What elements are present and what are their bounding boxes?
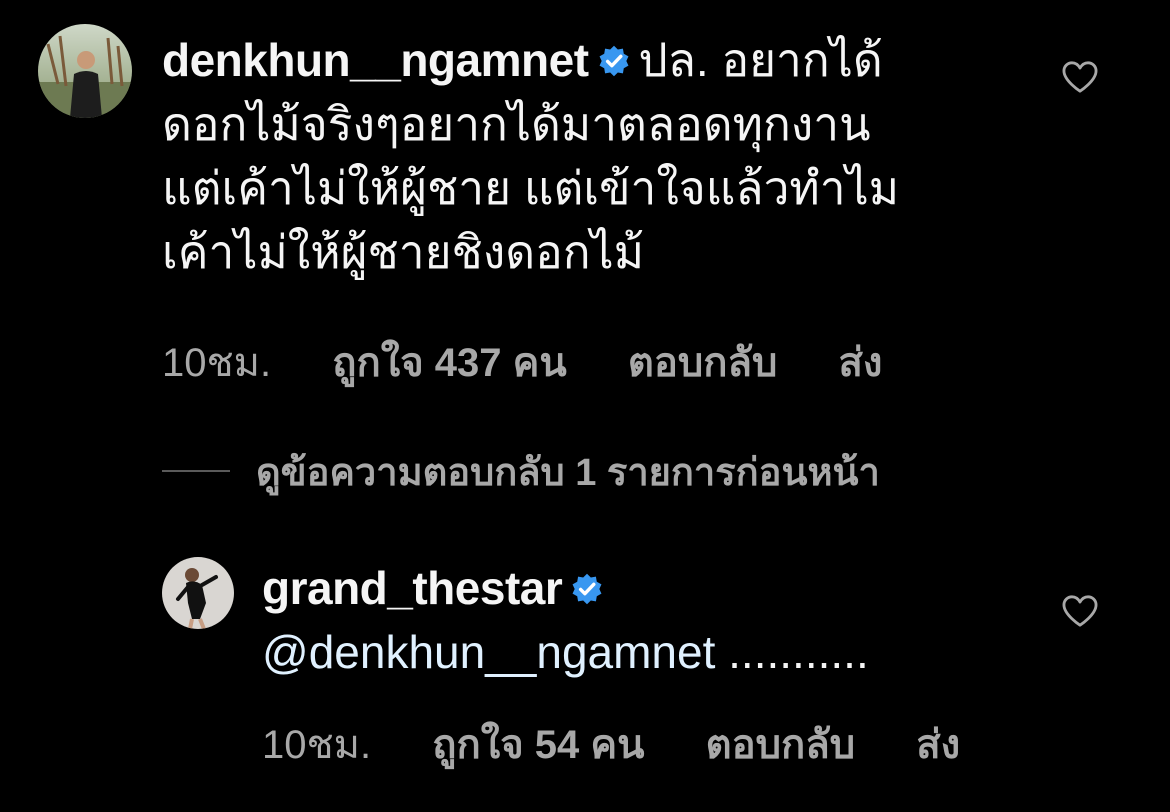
reply-line-2: @denkhun__ngamnet ........... [262,620,1042,684]
replies-divider-line [162,470,230,472]
view-previous-replies[interactable]: ดูข้อความตอบกลับ 1 รายการก่อนหน้า [162,446,880,496]
reply-send-button[interactable]: ส่ง [916,723,960,767]
reply-text: ........... [715,626,869,678]
comment-text-line: ปล. อยากได้ [638,34,883,86]
reply-meta: 10ชม. ถูกใจ 54 คน ตอบกลับ ส่ง [262,712,1010,776]
avatar-grand[interactable] [162,557,234,629]
reply-timestamp: 10ชม. [262,723,372,767]
comment-line-1: denkhun__ngamnet ปล. อยากได้ [162,28,1042,92]
comment-username[interactable]: denkhun__ngamnet [162,34,589,86]
comment-send-button[interactable]: ส่ง [839,341,883,385]
avatar-photo [38,24,132,118]
reply-body: grand_thestar @denkhun__ngamnet ........… [262,556,1042,684]
comment-likes-count[interactable]: ถูกใจ 437 คน [332,341,566,385]
comment-timestamp: 10ชม. [162,341,272,385]
avatar-photo [162,557,234,629]
reply-line-1: grand_thestar [262,556,1042,620]
comment-text-line: เค้าไม่ให้ผู้ชายชิงดอกไม้ [162,226,645,278]
comment-body: denkhun__ngamnet ปล. อยากได้ ดอกไม้จริงๆ… [162,28,1042,284]
reply-mention-link[interactable]: @denkhun__ngamnet [262,626,715,678]
heart-outline-icon[interactable] [1061,60,1099,94]
comment-text-line: ดอกไม้จริงๆอยากได้มาตลอดทุกงาน [162,98,871,150]
reply-likes-count[interactable]: ถูกใจ 54 คน [432,723,644,767]
comment-meta: 10ชม. ถูกใจ 437 คน ตอบกลับ ส่ง [162,330,932,394]
heart-outline-icon[interactable] [1061,594,1099,628]
verified-badge-icon [572,573,602,605]
reply-reply-button[interactable]: ตอบกลับ [706,723,856,767]
view-replies-label: ดูข้อความตอบกลับ 1 รายการก่อนหน้า [256,451,880,494]
verified-badge-icon [599,45,628,77]
reply-username[interactable]: grand_thestar [262,562,563,614]
comment-text-line: แต่เค้าไม่ให้ผู้ชาย แต่เข้าใจแล้วทำไม [162,162,900,214]
avatar-denkhun[interactable] [38,24,132,118]
comment-reply-button[interactable]: ตอบกลับ [628,341,778,385]
